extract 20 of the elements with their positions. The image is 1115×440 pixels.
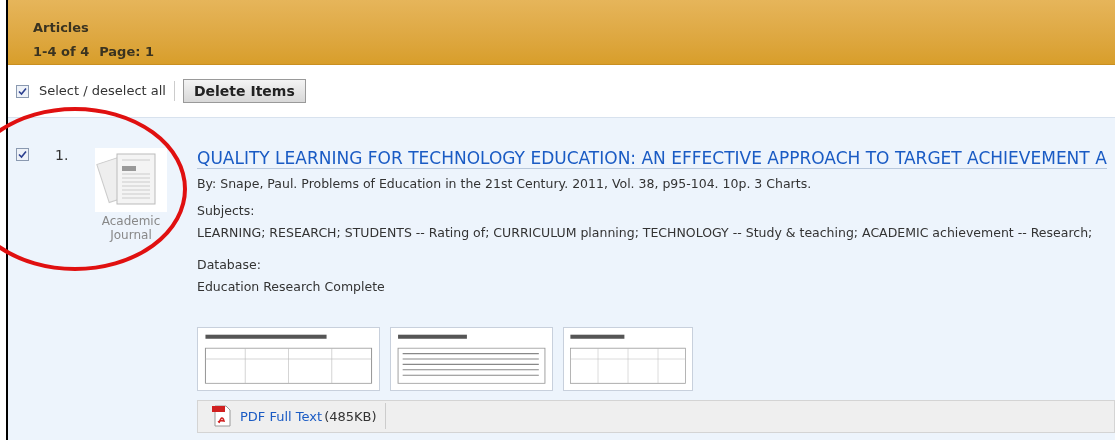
database-name: Education Research Complete: [197, 278, 386, 296]
article-byline: By: Snape, Paul. Problems of Education in the 21st Century. 2011, Vol. 38, p95-104. 10p. 3 Charts.: [197, 175, 813, 193]
document-icon: [95, 148, 167, 212]
database-label: Database:: [197, 256, 262, 275]
article-title-link[interactable]: QUALITY LEARNING FOR TECHNOLOGY EDUCATION: AN EFFECTIVE APPROACH TO TARGET ACHIEVEMENT A: [197, 148, 1107, 169]
checkbox[interactable]: [16, 148, 29, 161]
publication-type-label: Journal: [110, 228, 152, 242]
checkbox[interactable]: [16, 84, 29, 98]
publication-type-label: Academic: [101, 214, 161, 228]
result-range: 1-4 of 4: [33, 42, 90, 61]
pdf-file-icon: [210, 404, 234, 429]
select-all-label[interactable]: Select / deselect all: [39, 81, 175, 101]
pdf-full-text-link[interactable]: PDF Full Text: [240, 406, 323, 426]
delete-items-button[interactable]: Delete Items: [182, 79, 306, 103]
result-number: 1.: [55, 148, 70, 165]
file-size: (485KB): [324, 403, 386, 430]
subjects-label: Subjects:: [197, 201, 256, 220]
page-indicator: Page: 1: [99, 42, 155, 61]
subjects-list: LEARNING; RESEARCH; STUDENTS -- Rating of; CURRICULUM planning; TECHNOLOGY -- Study & teaching; ACADEMIC achievement -- Research;: [197, 223, 1115, 243]
header-title: Articles: [33, 19, 90, 37]
